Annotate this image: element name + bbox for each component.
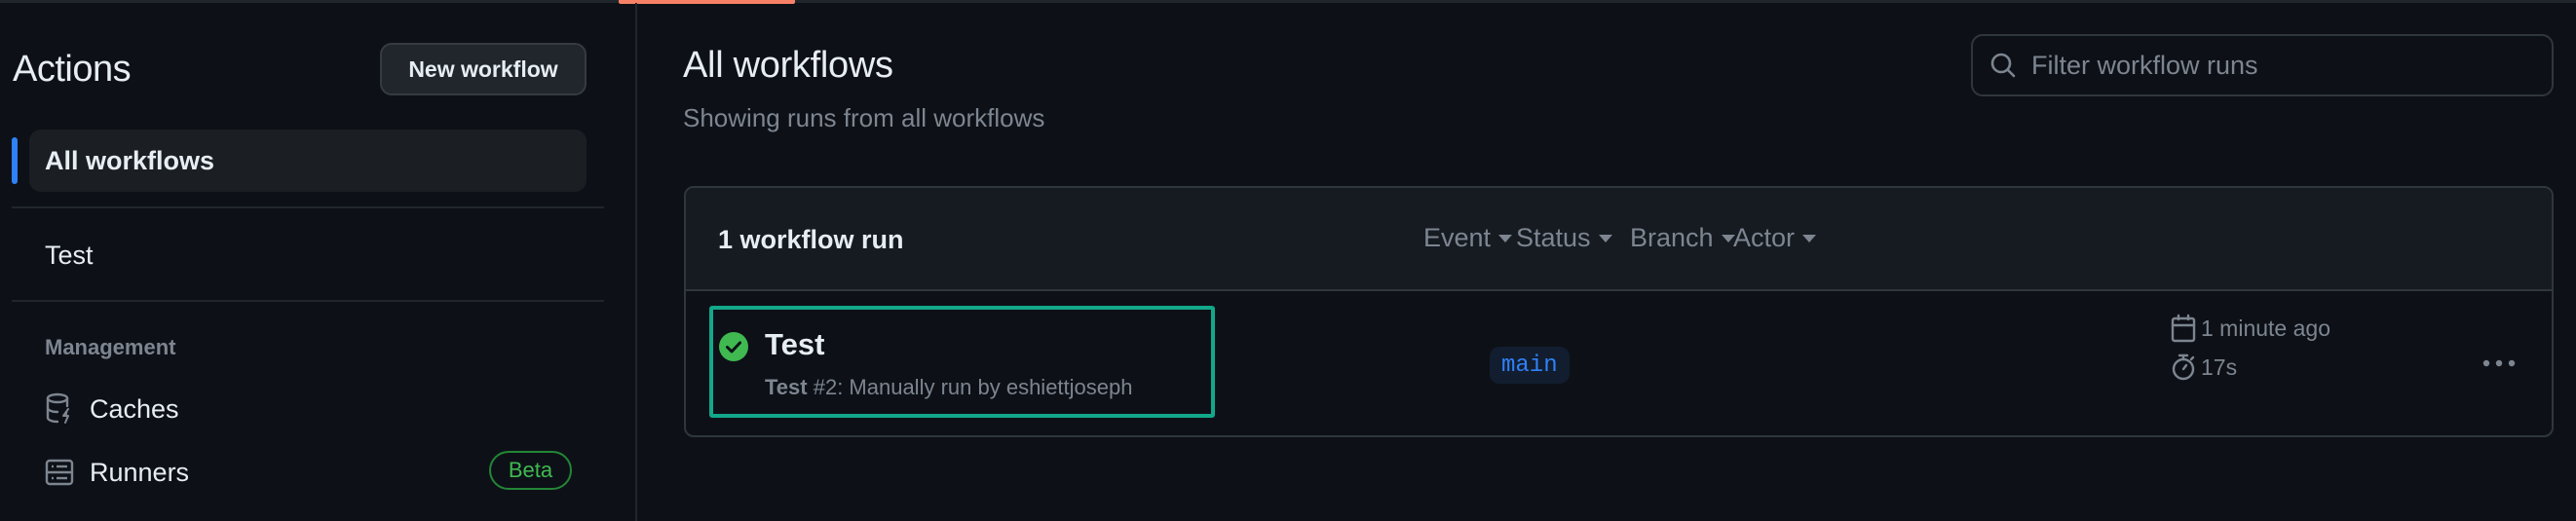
sidebar-divider bbox=[635, 3, 637, 521]
sidebar-item-label: All workflows bbox=[45, 145, 215, 175]
run-duration: 17s bbox=[2170, 352, 2237, 383]
new-workflow-button[interactable]: New workflow bbox=[380, 43, 587, 95]
sidebar-item-caches[interactable]: Caches bbox=[43, 390, 588, 428]
sidebar-title: Actions bbox=[13, 49, 132, 90]
run-options-button[interactable] bbox=[2477, 346, 2521, 381]
caret-down-icon bbox=[1802, 234, 1817, 242]
sidebar-item-label: Runners bbox=[90, 457, 190, 487]
beta-badge: Beta bbox=[489, 451, 572, 490]
filter-label: Status bbox=[1516, 223, 1591, 252]
time-ago-text: 1 minute ago bbox=[2201, 315, 2330, 341]
divider bbox=[12, 206, 604, 208]
sidebar-item-test[interactable]: Test bbox=[45, 241, 94, 271]
run-workflow-name: Test bbox=[765, 375, 808, 399]
management-heading: Management bbox=[45, 335, 176, 359]
filter-event-dropdown[interactable]: Event bbox=[1423, 223, 1513, 253]
filter-label: Branch bbox=[1630, 223, 1714, 252]
filter-workflow-runs-input[interactable] bbox=[2029, 49, 2540, 82]
workflow-runs-card: 1 workflow run Event Status Branch Actor… bbox=[684, 186, 2554, 437]
page-subtitle: Showing runs from all workflows bbox=[683, 103, 1045, 132]
database-lightning-icon bbox=[43, 392, 76, 426]
branch-badge[interactable]: main bbox=[1490, 347, 1570, 384]
divider bbox=[12, 300, 604, 302]
page-title: All workflows bbox=[683, 45, 893, 86]
search-icon bbox=[1989, 51, 2018, 80]
selected-indicator bbox=[12, 137, 18, 184]
filter-label: Actor bbox=[1733, 223, 1796, 252]
caret-down-icon bbox=[1598, 234, 1612, 242]
run-title-link[interactable]: Test bbox=[765, 327, 824, 362]
filter-label: Event bbox=[1423, 223, 1492, 252]
duration-text: 17s bbox=[2201, 354, 2238, 380]
filter-actor-dropdown[interactable]: Actor bbox=[1733, 223, 1817, 253]
kebab-horizontal-icon bbox=[2482, 354, 2516, 372]
caret-down-icon bbox=[1498, 234, 1513, 242]
runs-card-header: 1 workflow run Event Status Branch Actor bbox=[686, 188, 2552, 291]
sidebar-item-all-workflows[interactable]: All workflows bbox=[29, 130, 587, 192]
filter-status-dropdown[interactable]: Status bbox=[1516, 223, 1612, 253]
run-description: #2: Manually run by eshiettjoseph bbox=[807, 375, 1133, 399]
run-meta: Test #2: Manually run by eshiettjoseph bbox=[765, 375, 1132, 400]
runs-count: 1 workflow run bbox=[718, 225, 904, 254]
filter-search-box[interactable] bbox=[1971, 34, 2554, 96]
calendar-icon bbox=[2170, 313, 2197, 344]
filter-branch-dropdown[interactable]: Branch bbox=[1630, 223, 1735, 253]
active-tab-indicator bbox=[619, 0, 795, 4]
workflow-run-row[interactable]: Test Test #2: Manually run by eshiettjos… bbox=[686, 291, 2552, 435]
server-icon bbox=[43, 456, 76, 489]
stopwatch-icon bbox=[2170, 352, 2197, 383]
sidebar-item-label: Caches bbox=[90, 393, 179, 424]
check-circle-icon bbox=[718, 331, 749, 362]
run-time-ago: 1 minute ago bbox=[2170, 313, 2330, 344]
